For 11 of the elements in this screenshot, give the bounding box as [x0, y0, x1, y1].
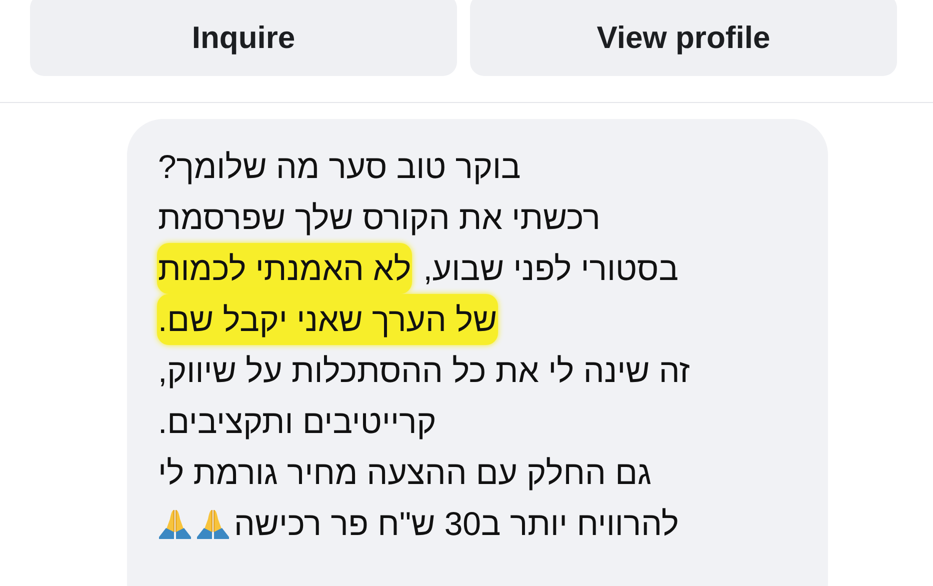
highlighted-text: לא האמנתי לכמות — [157, 243, 412, 294]
action-button[interactable]: Inquire — [30, 0, 457, 76]
message-text: להרוויח יותר ב30 ש"ח פר רכישה — [233, 504, 680, 544]
action-button[interactable]: View profile — [470, 0, 897, 76]
message-text: זה שינה לי את כל ההסתכלות על שיווק, — [157, 351, 691, 391]
message-text: רכשתי את הקורס שלך שפרסמת — [157, 198, 602, 238]
message-text: בסטורי לפני שבוע, — [422, 249, 680, 289]
message-text: גם החלק עם ההצעה מחיר גורמת לי — [157, 453, 652, 493]
message-text: קרייטיבים ותקציבים. — [157, 402, 438, 442]
highlighted-text: של הערך שאני יקבל שם. — [157, 294, 498, 345]
message-text: בוקר טוב סער מה שלומך? — [157, 147, 522, 187]
